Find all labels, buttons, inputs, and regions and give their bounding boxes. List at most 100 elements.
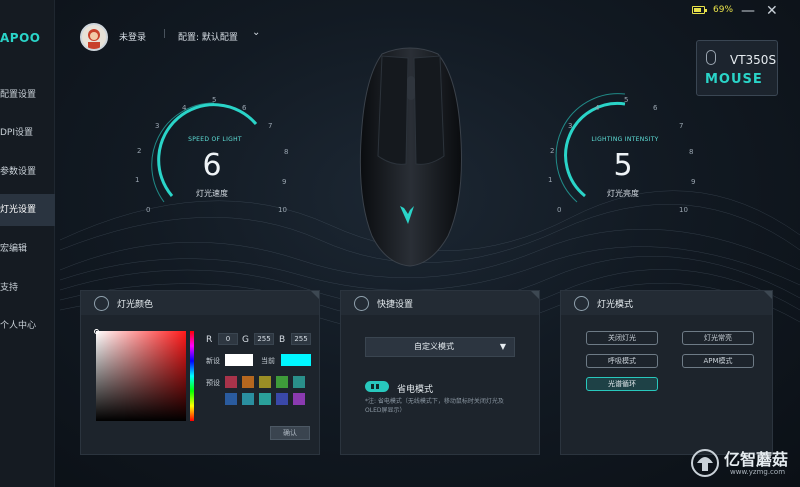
hue-slider[interactable]	[190, 331, 194, 421]
device-model: VT350S	[730, 53, 777, 67]
sidebar-item-dpi-settings[interactable]: DPI设置	[0, 117, 55, 149]
mode-spectrum-button[interactable]: 光谱循环	[586, 377, 658, 391]
g-label: G	[242, 335, 249, 345]
sidebar-item-parameter-settings[interactable]: 参数设置	[0, 156, 55, 188]
gauge-tick: 9	[282, 178, 287, 186]
corner-accent	[311, 291, 319, 299]
speed-gauge-title: SPEED OF LIGHT	[188, 136, 242, 143]
speed-gauge-label: 灯光速度	[196, 189, 228, 198]
gauge-tick: 7	[268, 122, 273, 130]
mode-panel-title: 灯光模式	[597, 300, 634, 310]
corner-accent	[531, 291, 539, 299]
intensity-gauge[interactable]: LIGHTING INTENSITY 5 灯光亮度 0 1 2 3 4 5 6 …	[543, 90, 703, 220]
power-save-note: *注: 省电模式（无线模式下，移动鼠标时关闭灯光及OLED屏显示）	[365, 398, 504, 414]
avatar[interactable]	[80, 23, 108, 51]
mode-panel-header: 灯光模式	[561, 291, 772, 315]
preset-label: 预设	[206, 379, 220, 387]
b-input[interactable]: 255	[291, 333, 311, 345]
mouse-image	[359, 47, 462, 267]
shortcut-panel-header: 快捷设置	[341, 291, 539, 315]
color-panel: 灯光颜色 R 0 G 255 B 255 新设 当前 预设 确认	[80, 290, 320, 455]
current-color-label: 当前	[261, 357, 275, 365]
close-button[interactable]: ✕	[766, 2, 778, 20]
lighting-mode-icon	[574, 296, 589, 311]
sidebar: APOO 配置设置 DPI设置 参数设置 灯光设置 宏编辑 支持 个人中心	[0, 0, 55, 487]
preset-swatch[interactable]	[293, 376, 305, 388]
intensity-gauge-label: 灯光亮度	[607, 189, 639, 198]
speed-gauge-value: 6	[202, 148, 222, 183]
mode-steady-button[interactable]: 灯光常亮	[682, 331, 754, 345]
preset-swatch[interactable]	[242, 393, 254, 405]
sidebar-item-lighting-settings[interactable]: 灯光设置	[0, 194, 55, 226]
battery-percent: 69%	[713, 5, 734, 15]
color-panel-title: 灯光颜色	[117, 300, 154, 310]
g-input[interactable]: 255	[254, 333, 274, 345]
gauge-tick: 7	[679, 122, 684, 130]
header-separator: |	[163, 29, 167, 39]
r-input[interactable]: 0	[218, 333, 238, 345]
shortcut-panel-title: 快捷设置	[377, 300, 414, 310]
dropdown-arrow-icon: ▼	[499, 342, 506, 351]
gauge-tick: 3	[568, 122, 573, 130]
gauge-tick: 6	[242, 104, 247, 112]
gauge-tick: 10	[278, 206, 287, 214]
sidebar-item-macro-editor[interactable]: 宏编辑	[0, 233, 55, 265]
gauge-tick: 6	[653, 104, 658, 112]
mushroom-logo-icon	[691, 449, 719, 477]
device-card: VT350S MOUSE	[696, 40, 778, 96]
watermark-url: www.yzmg.com	[730, 468, 786, 476]
color-panel-header: 灯光颜色	[81, 291, 319, 315]
app-window: APOO 配置设置 DPI设置 参数设置 灯光设置 宏编辑 支持 个人中心 69…	[0, 0, 800, 487]
gauge-tick: 8	[284, 148, 289, 156]
profile-selector[interactable]: 配置: 默认配置	[178, 30, 238, 43]
gauge-tick: 5	[212, 96, 217, 104]
gauge-tick: 9	[691, 178, 696, 186]
preset-swatch[interactable]	[293, 393, 305, 405]
avatar-icon	[88, 29, 100, 49]
sidebar-item-personal-center[interactable]: 个人中心	[0, 310, 55, 342]
sidebar-item-support[interactable]: 支持	[0, 272, 55, 304]
mode-select[interactable]: 自定义模式 ▼	[365, 337, 515, 357]
corner-accent	[764, 291, 772, 299]
sidebar-item-profile-settings[interactable]: 配置设置	[0, 79, 55, 111]
palette-icon	[94, 296, 109, 311]
preset-swatch[interactable]	[225, 393, 237, 405]
color-picker-area[interactable]	[96, 331, 186, 421]
preset-swatch[interactable]	[259, 376, 271, 388]
gauge-tick: 2	[137, 147, 142, 155]
power-save-toggle[interactable]	[365, 381, 389, 392]
power-save-label: 省电模式	[397, 385, 434, 395]
new-color-swatch	[225, 354, 253, 366]
preset-swatch[interactable]	[276, 376, 288, 388]
login-status[interactable]: 未登录	[119, 30, 146, 43]
gauge-tick: 8	[689, 148, 694, 156]
gauge-tick: 1	[548, 176, 553, 184]
preset-swatch[interactable]	[225, 376, 237, 388]
mode-panel: 灯光模式 关闭灯光 灯光常亮 呼吸模式 APM模式 光谱循环	[560, 290, 773, 455]
gauge-tick: 4	[595, 104, 600, 112]
current-color-swatch	[281, 354, 311, 366]
gauge-tick: 10	[679, 206, 688, 214]
preset-swatch[interactable]	[259, 393, 271, 405]
intensity-gauge-value: 5	[613, 148, 633, 183]
mode-off-button[interactable]: 关闭灯光	[586, 331, 658, 345]
r-label: R	[206, 335, 213, 345]
preset-swatch[interactable]	[276, 393, 288, 405]
minimize-button[interactable]: —	[741, 2, 755, 20]
gauge-tick: 2	[550, 147, 555, 155]
chevron-down-icon[interactable]: ⌄	[252, 27, 260, 38]
mode-breathing-button[interactable]: 呼吸模式	[586, 354, 658, 368]
speed-gauge[interactable]: SPEED OF LIGHT 6 灯光速度 0 1 2 3 4 5 6 7 8 …	[130, 90, 290, 220]
device-type: MOUSE	[705, 72, 763, 87]
color-picker-handle[interactable]	[94, 329, 99, 334]
gauge-tick: 4	[182, 104, 187, 112]
intensity-gauge-title: LIGHTING INTENSITY	[591, 136, 659, 143]
gauge-tick: 3	[155, 122, 160, 130]
mode-apm-button[interactable]: APM模式	[682, 354, 754, 368]
b-label: B	[279, 335, 286, 345]
confirm-button[interactable]: 确认	[270, 426, 310, 440]
gauge-tick: 5	[624, 96, 629, 104]
watermark: 亿智蘑菇 www.yzmg.com	[690, 444, 800, 484]
preset-swatch[interactable]	[242, 376, 254, 388]
battery-icon	[692, 6, 707, 14]
